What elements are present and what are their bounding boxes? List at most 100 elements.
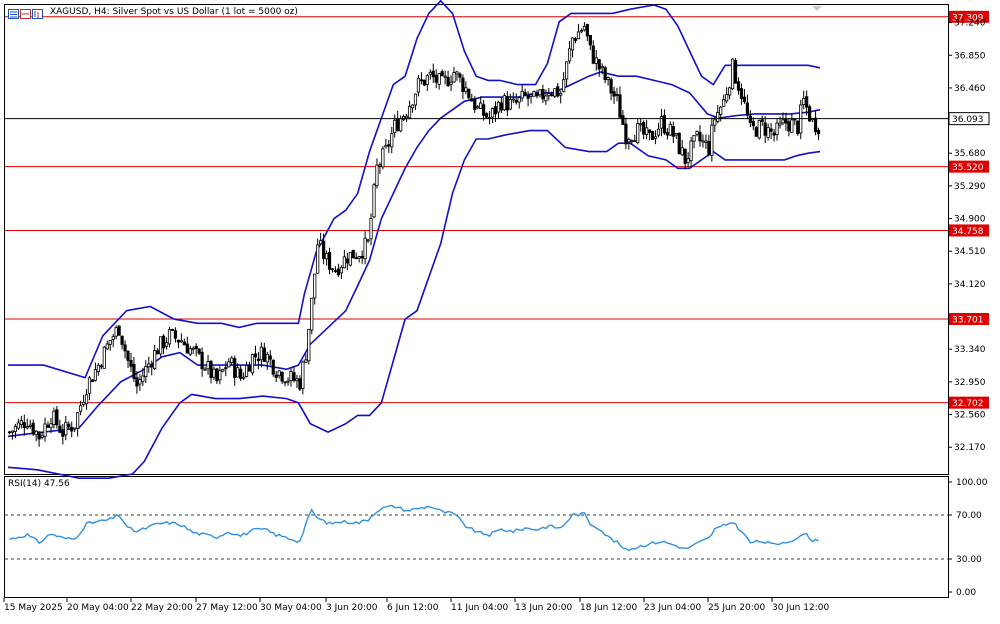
candle-body <box>603 67 607 81</box>
candle-body <box>123 344 127 352</box>
candle-body <box>505 96 509 111</box>
time-tick-label: 20 May 04:00 <box>67 603 129 613</box>
time-tick-label: 3 Jun 20:00 <box>326 603 378 613</box>
candle-body <box>96 364 100 372</box>
candle-body <box>283 381 287 384</box>
rsi-tick-label: 30.00 <box>956 555 982 565</box>
candle-body <box>499 102 504 111</box>
candle-body <box>327 252 332 270</box>
candle-body <box>102 346 106 369</box>
candle-body <box>710 124 714 156</box>
candle-body <box>431 70 435 78</box>
candle-body <box>289 371 293 381</box>
candle-body <box>470 98 474 102</box>
candle-body <box>241 376 246 379</box>
candle-body <box>298 378 302 390</box>
candle-body <box>209 360 213 379</box>
candle-body <box>316 244 320 274</box>
candle-body <box>141 375 145 382</box>
rsi-tick-label: 70.00 <box>956 511 982 521</box>
candle-body <box>520 90 524 99</box>
candle-body <box>461 77 465 92</box>
candle-body <box>144 366 148 377</box>
candle-body <box>129 360 133 367</box>
candle-body <box>25 426 29 429</box>
candle-body <box>135 377 139 387</box>
candle-body <box>742 96 747 103</box>
current-price-label: 36.093 <box>952 115 984 125</box>
candle-body <box>778 122 782 126</box>
candle-body <box>31 422 35 435</box>
candle-body <box>22 422 26 429</box>
candle-body <box>345 258 349 264</box>
candle-body <box>591 45 595 64</box>
time-tick-label: 22 May 20:00 <box>131 603 193 613</box>
candle-body <box>781 119 785 124</box>
candle-body <box>645 127 649 135</box>
candle-body <box>159 336 163 355</box>
candle-body <box>647 129 652 133</box>
candle-body <box>191 347 195 350</box>
candle-body <box>624 123 628 145</box>
candle-body <box>70 426 74 432</box>
price-tick-label: 36.460 <box>954 84 986 94</box>
candle-body <box>508 99 512 110</box>
price-tick-label: 32.950 <box>954 378 986 388</box>
candle-body <box>351 249 355 259</box>
candle-body <box>295 378 299 382</box>
chart-canvas[interactable]: 37.30935.52034.75833.70132.702 36.093 37… <box>0 0 1000 620</box>
time-tick-label: 30 May 04:00 <box>260 603 322 613</box>
candle-body <box>218 370 222 381</box>
time-tick-label: 27 May 12:00 <box>196 603 258 613</box>
candle-body <box>425 75 429 85</box>
candle-body <box>342 256 346 269</box>
candle-body <box>594 57 598 64</box>
price-tick-label: 33.340 <box>954 345 986 355</box>
price-level-label: 33.701 <box>952 315 984 325</box>
candle-body <box>37 431 41 440</box>
candle-body <box>185 343 189 354</box>
candle-body <box>333 270 338 272</box>
price-tick-label: 35.290 <box>954 182 986 192</box>
candle-body <box>698 132 702 142</box>
candle-body <box>671 126 675 137</box>
candle-body <box>728 87 732 96</box>
candle-body <box>212 368 216 378</box>
candle-body <box>304 359 308 363</box>
candle-body <box>61 430 65 437</box>
candle-body <box>117 325 121 336</box>
candle-body <box>523 92 527 96</box>
candle-body <box>573 38 578 41</box>
candle-body <box>301 361 305 389</box>
candle-body <box>215 368 219 382</box>
candle-body <box>621 115 625 125</box>
candle-body <box>384 145 388 148</box>
symbol-icon[interactable] <box>8 8 44 20</box>
candle-body <box>683 148 687 165</box>
candle-body <box>464 87 468 92</box>
candle-body <box>250 354 255 374</box>
candle-body <box>387 144 391 147</box>
candle-body <box>482 104 486 116</box>
candle-body <box>203 368 207 371</box>
candle-body <box>360 255 364 259</box>
candle-body <box>680 147 684 156</box>
time-tick-label: 13 Jun 20:00 <box>515 603 572 613</box>
candle-body <box>265 353 269 363</box>
candle-body <box>440 71 444 77</box>
candle-body <box>609 79 613 94</box>
candle-body <box>458 73 462 78</box>
candle-body <box>493 106 498 115</box>
rsi-label: RSI(14) 47.56 <box>8 479 70 489</box>
candle-body <box>689 140 693 161</box>
candle-body <box>40 435 44 438</box>
candle-body <box>790 119 794 133</box>
candle-body <box>404 115 409 119</box>
candle-body <box>769 128 773 132</box>
price-tick-label: 35.680 <box>954 149 986 159</box>
candle-body <box>760 119 764 122</box>
candle-body <box>766 127 770 138</box>
chart-window[interactable]: 37.309 35.520 34.758 33.701 32.702 36.093 37… <box>0 0 1000 620</box>
candle-body <box>668 124 672 136</box>
candle-body <box>467 88 471 99</box>
